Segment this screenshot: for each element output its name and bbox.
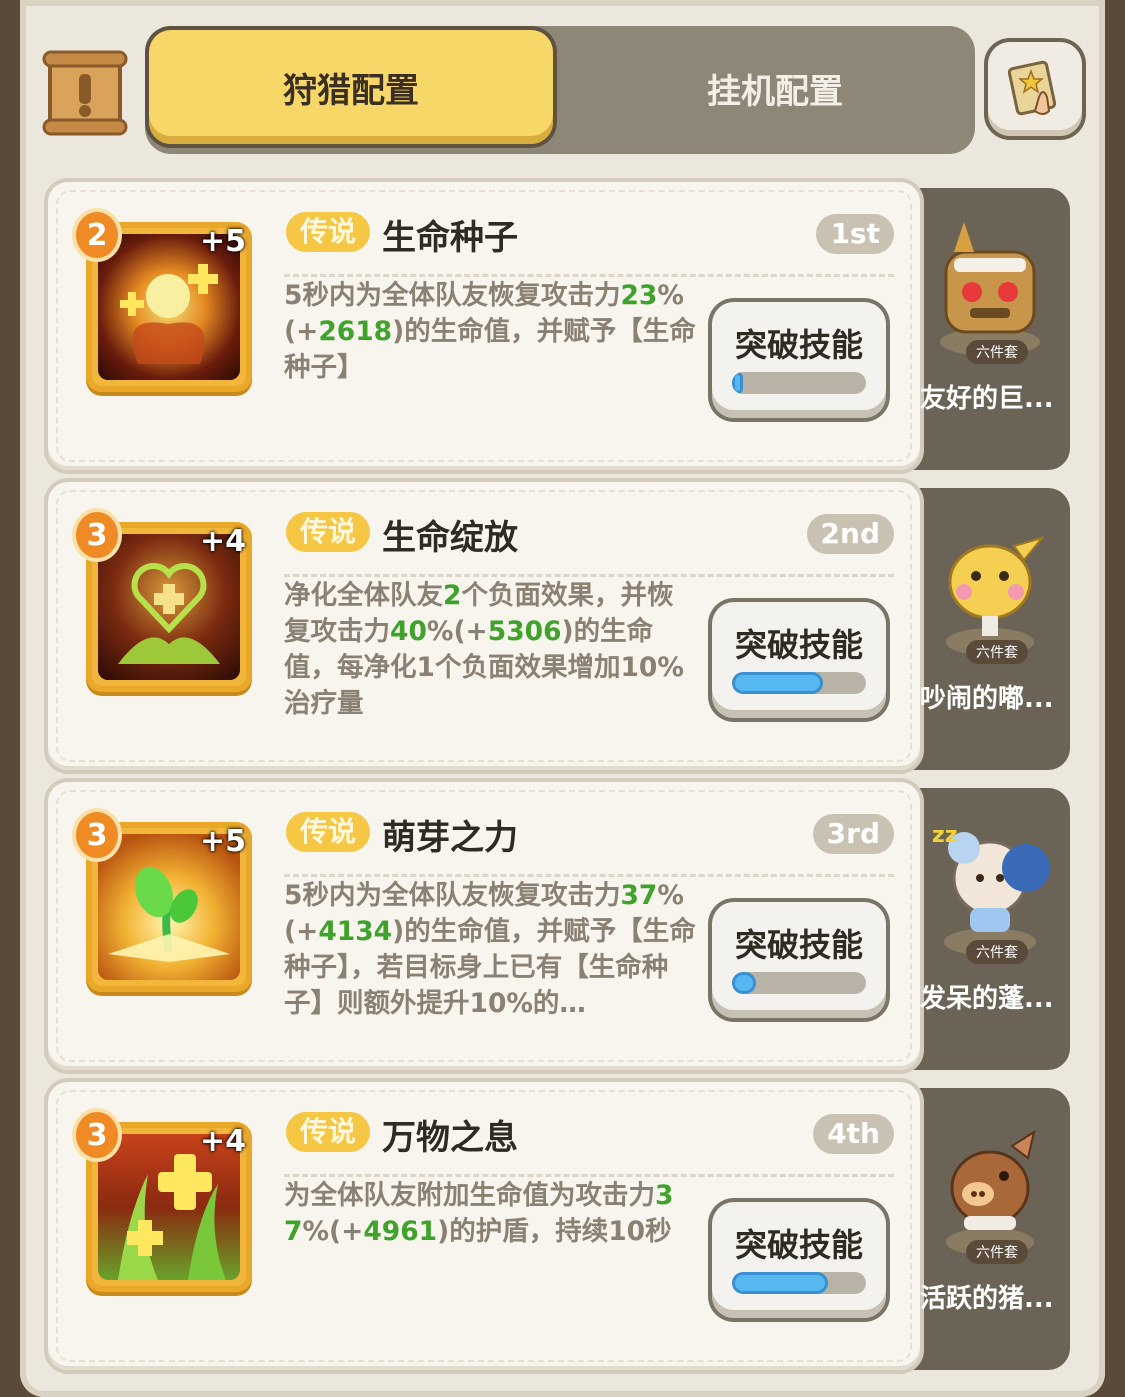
skill-card: 3 +5 传说 萌芽之力 3rd 5秒内为全体队友恢复攻击力37%(+4134)… [48,782,920,1070]
skill-description: 5秒内为全体队友恢复攻击力37%(+4134)的生命值，并赋予【生命种子】，若目… [284,880,696,1019]
svg-text:zz: zz [932,823,958,848]
skill-plus-level: +4 [200,1124,247,1159]
skill-level-badge: 3 [76,1112,118,1158]
divider [284,274,894,277]
skill-description: 5秒内为全体队友恢复攻击力23%(+2618)的生命值，并赋予【生命种子】 [284,280,696,383]
breakthrough-label: 突破技能 [734,926,863,964]
progress-fill [732,1272,829,1294]
breakthrough-button[interactable]: 突破技能 [712,902,886,1018]
divider [284,1174,894,1177]
breakthrough-label: 突破技能 [734,1226,863,1264]
pet-name: 发呆的蓬... [920,984,1054,1014]
skill-description: 净化全体队友2个负面效果，并恢复攻击力40%(+5306)的生命值，每净化1个负… [284,580,684,719]
rarity-badge: 传说 [286,1112,371,1152]
skill-row-1: 2 +5 传说 生命种子 1st 5秒内为全体队友恢复攻击力23%(+2618)… [48,182,1070,470]
skill-plus-level: +5 [200,224,247,259]
pet-name: 友好的巨... [920,384,1054,414]
guide-card-button[interactable] [988,42,1082,136]
skill-row-4: 3 +4 传说 万物之息 4th 为全体队友附加生命值为攻击力37%(+4961… [48,1082,1070,1370]
rank-badge: 3rd [812,814,894,854]
progress-bar [732,972,866,994]
rarity-badge: 传说 [286,812,371,852]
skill-card: 2 +5 传说 生命种子 1st 5秒内为全体队友恢复攻击力23%(+2618)… [48,182,920,470]
breakthrough-button[interactable]: 突破技能 [712,1202,886,1318]
skill-level-badge: 2 [76,212,118,258]
breakthrough-button[interactable]: 突破技能 [712,302,886,418]
rarity-badge: 传说 [286,512,371,552]
divider [284,574,894,577]
rank-badge: 2nd [806,514,894,554]
progress-bar [732,1272,866,1294]
skill-row-2: 3 +4 传说 生命绽放 2nd 净化全体队友2个负面效果，并恢复攻击力40%(… [48,482,1070,770]
skill-plus-level: +4 [200,524,247,559]
skill-card: 3 +4 传说 万物之息 4th 为全体队友附加生命值为攻击力37%(+4961… [48,1082,920,1370]
set-tag: 六件套 [966,640,1028,664]
skill-card: 3 +4 传说 生命绽放 2nd 净化全体队友2个负面效果，并恢复攻击力40%(… [48,482,920,770]
breakthrough-button[interactable]: 突破技能 [712,602,886,718]
skill-name: 万物之息 [382,1118,518,1158]
skill-level-badge: 3 [76,512,118,558]
breakthrough-label: 突破技能 [734,326,863,364]
set-tag: 六件套 [966,940,1028,964]
rank-badge: 1st [816,214,894,254]
skill-level-badge: 3 [76,812,118,858]
progress-fill [732,972,757,994]
pet-name: 吵闹的嘟... [920,684,1054,714]
tab-bar: 狩猎配置 挂机配置 [145,26,975,154]
guide-card-icon [1007,60,1057,116]
tab-idle-config[interactable]: 挂机配置 [585,26,965,150]
set-tag: 六件套 [966,340,1028,364]
breakthrough-label: 突破技能 [734,626,863,664]
rank-badge: 4th [813,1114,894,1154]
set-tag: 六件套 [966,1240,1028,1264]
pet-name: 活跃的猪... [920,1284,1054,1314]
progress-bar [732,372,866,394]
skill-name: 萌芽之力 [382,818,518,858]
skill-name: 生命绽放 [382,518,518,558]
skill-name: 生命种子 [382,218,518,258]
skill-description: 为全体队友附加生命值为攻击力37%(+4961)的护盾，持续10秒 [284,1180,674,1247]
scroll-icon[interactable] [42,48,128,138]
progress-bar [732,672,866,694]
progress-fill [732,672,824,694]
rarity-badge: 传说 [286,212,371,252]
skill-plus-level: +5 [200,824,247,859]
tab-hunt-config[interactable]: 狩猎配置 [149,30,553,144]
skill-row-3: 3 +5 传说 萌芽之力 3rd 5秒内为全体队友恢复攻击力37%(+4134)… [48,782,1070,1070]
divider [284,874,894,877]
progress-fill [732,372,743,394]
